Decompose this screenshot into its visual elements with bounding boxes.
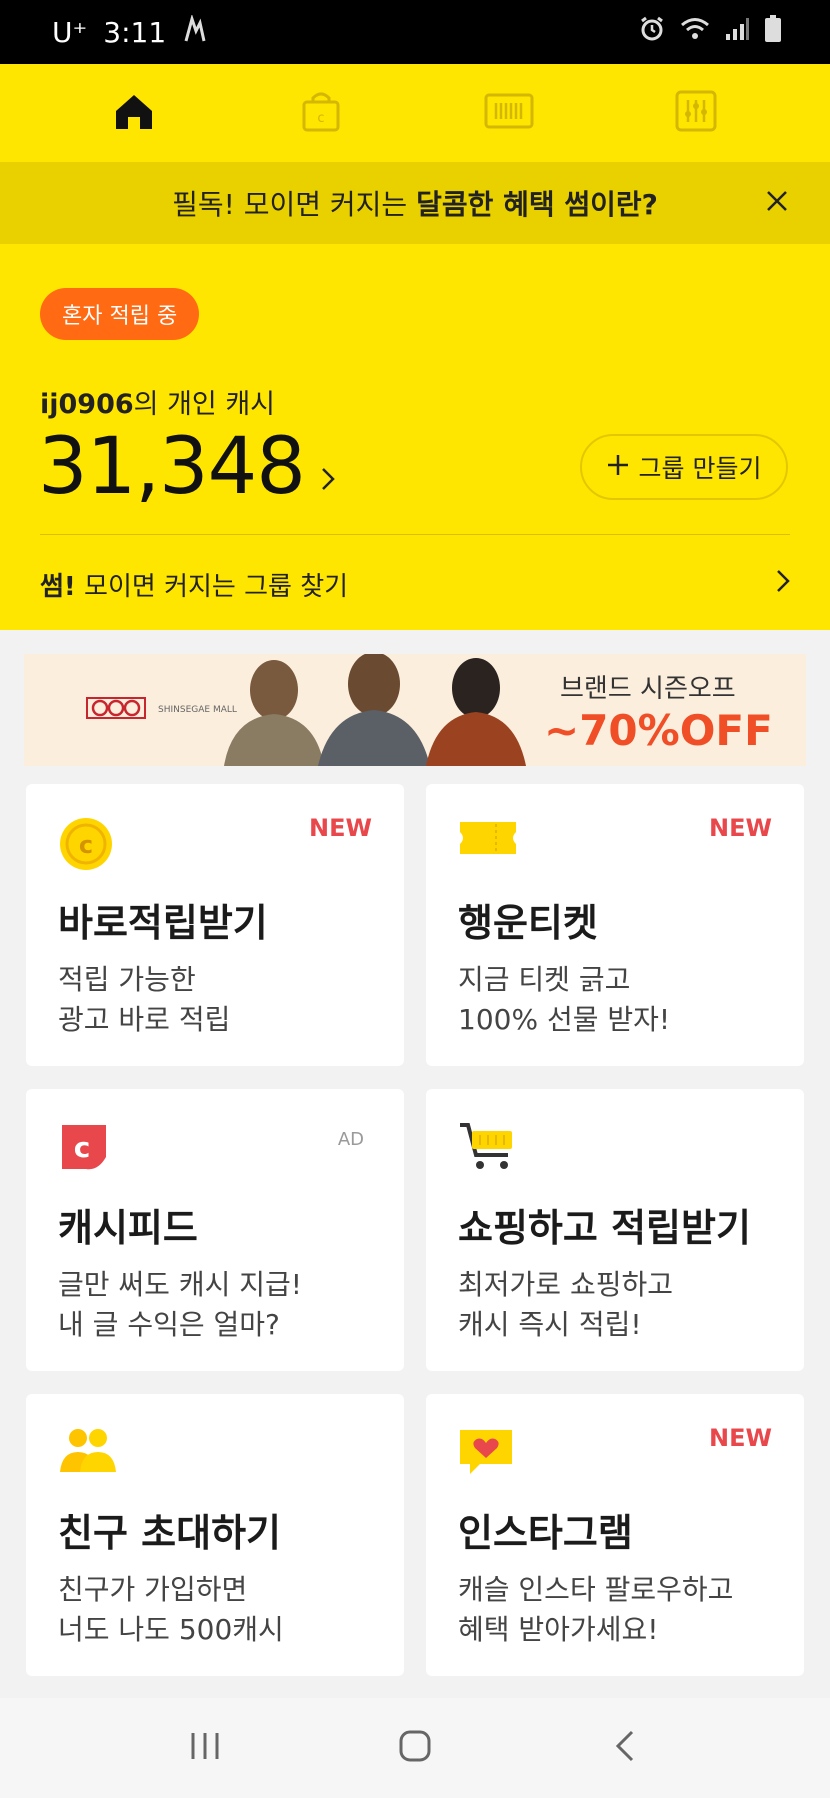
card-title: 행운티켓 [458,901,598,945]
home-button[interactable] [385,1718,445,1778]
signal-icon [724,16,750,49]
status-left: U⁺ 3:11 [52,13,208,50]
close-icon [765,187,789,220]
back-icon [614,1729,636,1767]
wifi-icon [680,16,710,49]
banner-models-image [214,654,554,766]
nav-settings[interactable] [666,83,726,143]
heart-chat-icon [458,1426,518,1486]
cash-coin-icon: c [58,816,118,876]
divider [40,534,790,535]
owner-line: ij0906의 개인 캐시 [40,382,275,421]
plus-icon [607,453,629,482]
status-bar: U⁺ 3:11 [0,0,830,64]
card-title: 인스타그램 [458,1511,633,1555]
clock: 3:11 [103,15,167,49]
new-badge: NEW [709,1424,772,1452]
cash-hero: 혼자 적립 중 ij0906의 개인 캐시 31,348 그룹 만들기 썸! 모… [0,244,830,630]
shop-bag-icon: c [300,90,342,136]
card-title: 친구 초대하기 [58,1511,281,1555]
owner-suffix: 의 개인 캐시 [133,389,276,420]
system-navigation-bar [0,1698,830,1798]
back-button[interactable] [595,1718,655,1778]
ad-banner[interactable]: SHINSEGAE MALL 브랜드 시즌오프 ~70%OFF [24,654,806,766]
find-group-text: 썸! 모이면 커지는 그룹 찾기 [40,571,349,602]
alarm-icon [638,15,666,50]
card-description: 최저가로 쇼핑하고 캐시 즉시 적립! [458,1268,673,1341]
card-cash-feed[interactable]: c AD 캐시피드 글만 써도 캐시 지급! 내 글 수익은 얼마? [26,1089,404,1371]
nav-shop[interactable]: c [291,83,351,143]
notice-close-button[interactable] [758,184,796,222]
carrier-label: U⁺ [52,15,88,49]
chevron-right-icon [776,569,790,600]
notice-text: 필독! 모이면 커지는 달콤한 혜택 썸이란? [172,188,658,221]
card-description: 지금 티켓 긁고 100% 선물 받자! [458,963,671,1036]
owner-id: ij0906 [40,389,134,420]
card-description: 적립 가능한 광고 바로 적립 [58,963,231,1036]
card-shopping-earn[interactable]: 쇼핑하고 적립받기 최저가로 쇼핑하고 캐시 즉시 적립! [426,1089,804,1371]
activity-icon [182,13,208,50]
new-badge: NEW [709,814,772,842]
svg-text:c: c [318,111,325,126]
nav-barcode[interactable] [479,83,539,143]
card-description: 캐슬 인스타 팔로우하고 혜택 받아가세요! [458,1573,734,1646]
notice-highlight: 달콤한 혜택 썸이란? [416,188,658,221]
notice-banner[interactable]: 필독! 모이면 커지는 달콤한 혜택 썸이란? [0,162,830,244]
card-title: 쇼핑하고 적립받기 [458,1206,751,1250]
recent-apps-button[interactable] [175,1718,235,1778]
chevron-right-icon [319,422,337,512]
barcode-icon [484,93,534,133]
recent-apps-icon [189,1731,221,1765]
card-instant-earn[interactable]: c NEW 바로적립받기 적립 가능한 광고 바로 적립 [26,784,404,1066]
card-description: 글만 써도 캐시 지급! 내 글 수익은 얼마? [58,1268,303,1341]
svg-text:c: c [79,831,93,859]
svg-text:c: c [74,1131,91,1164]
card-title: 바로적립받기 [58,901,268,945]
create-group-button[interactable]: 그룹 만들기 [580,434,788,500]
status-badge: 혼자 적립 중 [40,288,200,340]
nav-home[interactable] [104,83,164,143]
cash-amount-link[interactable]: 31,348 [38,422,337,512]
cashfeed-icon: c [58,1121,118,1181]
friends-icon [58,1426,118,1486]
card-invite-friends[interactable]: 친구 초대하기 친구가 가입하면 너도 나도 500캐시 [26,1394,404,1676]
ad-label: AD [337,1129,364,1150]
home-button-icon [398,1729,432,1767]
new-badge: NEW [309,814,372,842]
battery-icon [764,14,782,50]
status-right [638,14,782,50]
create-group-label: 그룹 만들기 [638,454,762,483]
shinsegae-logo-icon [86,694,148,726]
card-lucky-ticket[interactable]: NEW 행운티켓 지금 티켓 긁고 100% 선물 받자! [426,784,804,1066]
home-icon [112,91,156,135]
top-navigation: c [0,64,830,162]
banner-offer: ~70%OFF [544,706,773,755]
cart-icon [458,1121,518,1181]
card-title: 캐시피드 [58,1206,198,1250]
card-description: 친구가 가입하면 너도 나도 500캐시 [58,1573,284,1646]
ticket-icon [458,816,518,876]
find-group-link[interactable]: 썸! 모이면 커지는 그룹 찾기 [40,554,790,614]
card-instagram[interactable]: NEW 인스타그램 캐슬 인스타 팔로우하고 혜택 받아가세요! [426,1394,804,1676]
banner-headline: 브랜드 시즌오프 [560,674,736,704]
cash-amount: 31,348 [38,422,306,512]
settings-sliders-icon [675,90,717,136]
